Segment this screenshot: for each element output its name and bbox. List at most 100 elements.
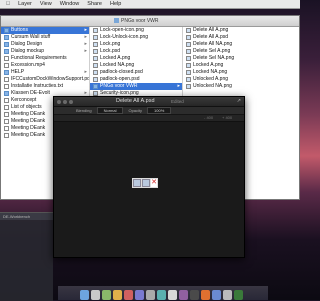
fullscreen-icon[interactable]: ↗ (237, 98, 241, 104)
list-item-label: Locked NA.png (193, 69, 228, 75)
list-item[interactable]: Delete All A.psd (183, 34, 299, 41)
image-icon (186, 42, 191, 47)
dock-app-icon[interactable] (102, 290, 111, 300)
list-item[interactable]: Locked NA.png (90, 62, 182, 69)
dock-app-icon[interactable] (212, 290, 221, 300)
list-item[interactable]: Unlocked NA.png (183, 83, 299, 90)
image-icon (93, 28, 98, 33)
zoom-in-label[interactable]: + 400 (222, 115, 232, 120)
document-icon (4, 119, 9, 124)
apple-menu-icon[interactable]:  (6, 1, 10, 7)
list-item-label: Installatie Instructies.txt (11, 83, 63, 89)
dock-app-icon[interactable] (135, 290, 144, 300)
folder-icon (4, 42, 9, 47)
list-item-label: Locked A.png (193, 62, 224, 68)
minimize-button[interactable] (63, 99, 67, 104)
dock-app-icon[interactable] (190, 290, 199, 300)
list-item[interactable]: Dialog Design ▸ (1, 41, 89, 48)
close-button[interactable] (57, 99, 61, 104)
dock-app-icon[interactable] (146, 290, 155, 300)
blending-select[interactable]: Normal (96, 107, 124, 114)
document-icon (4, 98, 9, 103)
list-item[interactable]: Delete Sel A.png (183, 48, 299, 55)
document-icon (4, 77, 9, 82)
list-item-label: Dialog Design (11, 41, 43, 47)
list-item[interactable]: Delete All A.png (183, 27, 299, 34)
image-icon (186, 84, 191, 89)
image-icon (93, 63, 98, 68)
zoom-out-label[interactable]: - 400 (204, 115, 213, 120)
list-item[interactable]: Locked NA.png (183, 69, 299, 76)
opacity-field[interactable]: 100% (147, 107, 172, 114)
list-item-label: Meeting DEank (11, 125, 46, 131)
list-item[interactable]: Unlocked A.png (183, 76, 299, 83)
document-icon (4, 56, 9, 61)
list-item[interactable]: padlock-closed.psd (90, 69, 182, 76)
menu-view[interactable]: View (40, 1, 52, 7)
menu-share[interactable]: Share (87, 1, 102, 7)
finder-title: PNGs voor VWR (121, 18, 159, 24)
list-item[interactable]: Lock.psd (90, 48, 182, 55)
dock-app-icon[interactable] (113, 290, 122, 300)
dock-app-icon[interactable] (201, 290, 210, 300)
grid-cell (142, 179, 150, 187)
list-item-label: Klassen DE-Evolt (11, 90, 50, 96)
list-item-label: Lock.png (100, 41, 121, 47)
dock-finder-icon[interactable] (80, 290, 89, 300)
folder-icon (4, 35, 9, 40)
dock-app-icon[interactable] (168, 290, 177, 300)
disclosure-arrow-icon: ▸ (84, 69, 87, 75)
image-icon (186, 28, 191, 33)
menu-window[interactable]: Window (60, 1, 80, 7)
list-item[interactable]: Excession.mp4 (1, 62, 89, 69)
document-icon (4, 63, 9, 68)
image-icon (186, 70, 191, 75)
list-item-label: Functional Requirements (11, 55, 67, 61)
finder-titlebar[interactable]: PNGs voor VWR (1, 16, 299, 27)
list-item[interactable]: Delete Sel NA.png (183, 55, 299, 62)
list-item[interactable]: Lock-Unlock-icon.png (90, 34, 182, 41)
list-item-label: Locked A.png (100, 55, 131, 61)
list-item[interactable]: Lock.png (90, 41, 182, 48)
list-item[interactable]: HELP ▸ (1, 69, 89, 76)
list-item[interactable]: Locked A.png (183, 62, 299, 69)
opacity-label: Opacity (128, 108, 143, 113)
list-item[interactable]: Dialog mockup ▸ (1, 48, 89, 55)
list-item[interactable]: PNGs voor VWR ▸ (90, 83, 182, 90)
list-item[interactable]: Functional Requirements (1, 55, 89, 62)
dock-app-icon[interactable] (179, 290, 188, 300)
blending-label: Blending (76, 108, 92, 113)
dock-app-icon[interactable] (223, 290, 232, 300)
image-icon (186, 49, 191, 54)
list-item[interactable]: Cursum Wall stuff ▸ (1, 34, 89, 41)
list-item-label: Meeting DEank (11, 111, 46, 117)
dock-app-icon[interactable] (157, 290, 166, 300)
terminal-window[interactable]: DE-Workbench (0, 212, 53, 301)
dock-app-icon[interactable] (124, 290, 133, 300)
image-icon (93, 70, 98, 75)
list-item-label: List of objects (11, 104, 42, 110)
dock-app-icon[interactable] (91, 290, 100, 300)
delete-x-icon: ✕ (151, 179, 157, 187)
image-icon (186, 56, 191, 61)
editor-canvas[interactable]: ✕ (54, 122, 244, 257)
list-item[interactable]: Delete All NA.png (183, 41, 299, 48)
list-item-label: padlock-open.psd (100, 76, 140, 82)
delete-all-image: ✕ (132, 178, 158, 188)
image-icon (93, 35, 98, 40)
list-item[interactable]: padlock-open.psd (90, 76, 182, 83)
list-item[interactable]: IFCCustomDockWindowSupport.pdf (1, 76, 89, 83)
list-item[interactable]: Buttons ▸ (1, 27, 89, 34)
menu-layer[interactable]: Layer (18, 1, 32, 7)
document-icon (4, 105, 9, 110)
editor-titlebar[interactable]: Delete All A.psd Edited ↗ (54, 97, 244, 107)
menu-help[interactable]: Help (110, 1, 121, 7)
image-icon (186, 35, 191, 40)
zoom-button[interactable] (69, 99, 73, 104)
list-item[interactable]: Locked A.png (90, 55, 182, 62)
folder-icon (4, 91, 9, 96)
folder-icon (93, 84, 98, 89)
list-item[interactable]: Installatie Instructies.txt (1, 83, 89, 90)
list-item[interactable]: Lock-open-icon.png (90, 27, 182, 34)
dock-app-icon[interactable] (234, 290, 243, 300)
